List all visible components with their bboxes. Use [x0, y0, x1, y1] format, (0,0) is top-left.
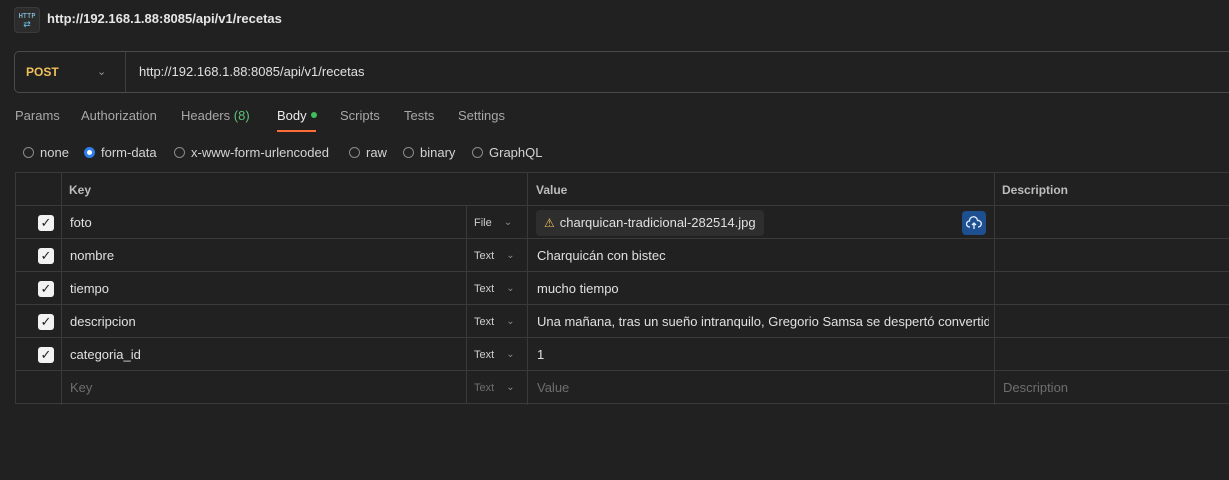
radio-circle: [174, 147, 185, 158]
chevron-down-icon: ⌄: [97, 66, 107, 78]
row-type-label: Text: [474, 249, 495, 262]
row-value[interactable]: 1: [537, 338, 544, 371]
row-key[interactable]: descripcion: [70, 305, 136, 338]
method-label: POST: [26, 65, 59, 79]
radio-binary[interactable]: binary: [403, 145, 455, 160]
row-value[interactable]: Una mañana, tras un sueño intranquilo, G…: [537, 305, 989, 338]
row-key[interactable]: categoria_id: [70, 338, 141, 371]
row-checkbox[interactable]: ✓: [38, 206, 54, 239]
tab-body[interactable]: Body: [277, 108, 317, 123]
row-type-select[interactable]: File ⌄: [474, 206, 512, 239]
row-type-select[interactable]: Text ⌄: [474, 305, 515, 338]
row-type-select[interactable]: Text ⌄: [474, 272, 515, 305]
title-bar: HTTP ⇄ http://192.168.1.88:8085/api/v1/r…: [0, 0, 1229, 38]
row-key[interactable]: tiempo: [70, 272, 109, 305]
new-row-type-select[interactable]: Text ⌄: [474, 371, 515, 404]
tab-scripts[interactable]: Scripts: [340, 108, 380, 123]
header-description: Description: [1002, 182, 1069, 197]
tab-body-label: Body: [277, 108, 307, 123]
row-checkbox[interactable]: ✓: [38, 272, 54, 305]
radio-x-www-form-urlencoded[interactable]: x-www-form-urlencoded: [174, 145, 329, 160]
warning-icon: ⚠: [544, 215, 555, 230]
new-value-input[interactable]: Value: [537, 371, 569, 404]
row-value[interactable]: mucho tiempo: [537, 272, 619, 305]
row-value[interactable]: Charquicán con bistec: [537, 239, 666, 272]
row-type-label: Text: [474, 282, 495, 295]
file-name: charquican-tradicional-282514.jpg: [559, 215, 756, 230]
header-key: Key: [69, 182, 92, 197]
radio-graphql[interactable]: GraphQL: [472, 145, 542, 160]
file-chip[interactable]: ⚠ charquican-tradicional-282514.jpg: [536, 209, 764, 236]
tab-headers-label: Headers: [181, 108, 231, 123]
radio-circle: [23, 147, 34, 158]
tab-tests[interactable]: Tests: [404, 108, 434, 123]
url-bar: POST ⌄ http://192.168.1.88:8085/api/v1/r…: [14, 51, 1229, 93]
new-row-type-label: Text: [474, 381, 495, 394]
table-row: ✓ foto File ⌄ ⚠ charquican-tradicional-28…: [16, 206, 1229, 239]
chevron-down-icon: ⌄: [503, 217, 513, 228]
row-checkbox[interactable]: ✓: [38, 338, 54, 371]
row-value[interactable]: ⚠ charquican-tradicional-282514.jpg: [536, 206, 764, 239]
cloud-upload-icon: [962, 210, 986, 235]
table-row: ✓ nombre Text ⌄ Charquicán con bistec: [16, 239, 1229, 272]
row-type-label: Text: [474, 348, 495, 361]
url-input[interactable]: http://192.168.1.88:8085/api/v1/recetas: [139, 64, 365, 79]
table-row: ✓ tiempo Text ⌄ mucho tiempo: [16, 272, 1229, 305]
row-type-label: Text: [474, 315, 495, 328]
radio-label: GraphQL: [489, 145, 543, 160]
radio-circle: [349, 147, 360, 158]
tab-headers[interactable]: Headers (8): [181, 108, 250, 123]
radio-form-data[interactable]: form-data: [84, 145, 157, 160]
check-icon: ✓: [38, 214, 54, 231]
radio-label: x-www-form-urlencoded: [191, 145, 329, 160]
tab-params[interactable]: Params: [15, 108, 60, 123]
row-key[interactable]: nombre: [70, 239, 114, 272]
upload-button[interactable]: [962, 206, 986, 239]
radio-raw[interactable]: raw: [349, 145, 387, 160]
body-active-dot: [310, 112, 317, 118]
check-icon: ✓: [38, 280, 54, 297]
tab-authorization[interactable]: Authorization: [81, 108, 157, 123]
radio-label: raw: [366, 145, 387, 160]
new-key-input[interactable]: Key: [70, 371, 92, 404]
check-icon: ✓: [38, 313, 54, 330]
radio-circle-selected: [84, 147, 95, 158]
chevron-down-icon: ⌄: [506, 349, 515, 360]
row-type-select[interactable]: Text ⌄: [474, 338, 515, 371]
row-type-select[interactable]: Text ⌄: [474, 239, 515, 272]
row-checkbox[interactable]: ✓: [38, 305, 54, 338]
table-row: ✓ descripcion Text ⌄ Una mañana, tras un …: [16, 305, 1229, 338]
chevron-down-icon: ⌄: [506, 283, 515, 294]
chevron-down-icon: ⌄: [506, 250, 515, 261]
row-type-label: File: [474, 216, 492, 229]
radio-label: form-data: [101, 145, 157, 160]
radio-circle: [472, 147, 483, 158]
radio-label: none: [40, 145, 69, 160]
table-row: ✓ categoria_id Text ⌄ 1: [16, 338, 1229, 371]
radio-none[interactable]: none: [23, 145, 69, 160]
request-title[interactable]: http://192.168.1.88:8085/api/v1/recetas: [47, 11, 282, 26]
check-icon: ✓: [38, 346, 54, 363]
radio-circle: [403, 147, 414, 158]
chevron-down-icon: ⌄: [506, 382, 515, 393]
new-description-input[interactable]: Description: [1003, 371, 1068, 404]
method-select[interactable]: POST ⌄: [15, 52, 126, 92]
check-icon: ✓: [38, 247, 54, 264]
active-tab-underline: [277, 130, 316, 132]
radio-label: binary: [420, 145, 456, 160]
row-checkbox[interactable]: ✓: [38, 239, 54, 272]
form-data-table: Key Value Description ✓ foto File ⌄ ⚠ cha…: [15, 172, 1229, 405]
tab-settings[interactable]: Settings: [458, 108, 505, 123]
header-value: Value: [536, 182, 568, 197]
row-key[interactable]: foto: [70, 206, 92, 239]
table-header-row: Key Value Description: [16, 173, 1229, 206]
chevron-down-icon: ⌄: [506, 316, 515, 327]
new-table-row: Key Text ⌄ Value Description: [16, 371, 1229, 404]
http-icon: HTTP ⇄: [14, 7, 40, 33]
headers-count: (8): [233, 108, 250, 123]
